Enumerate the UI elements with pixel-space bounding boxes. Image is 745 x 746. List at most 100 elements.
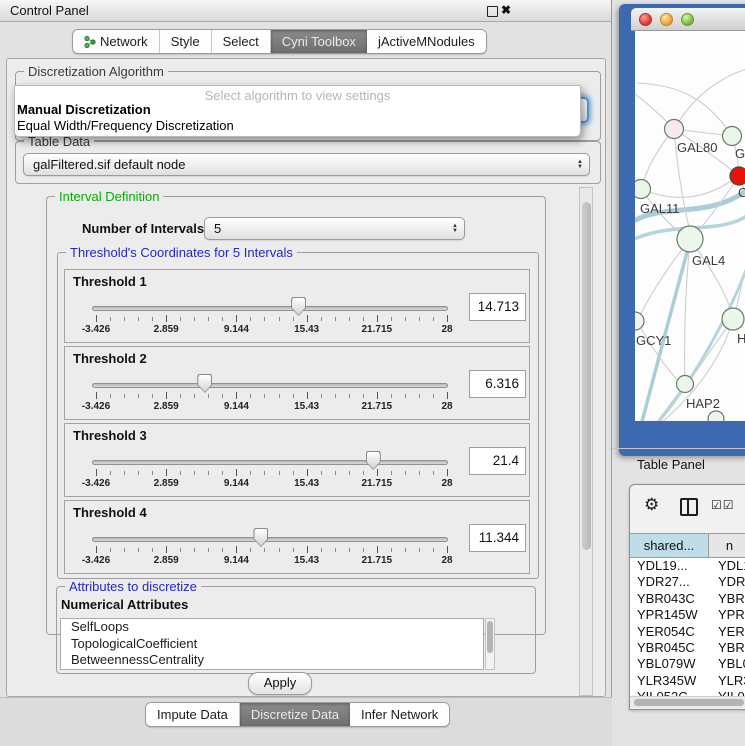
column-header-shared-name[interactable]: shared...	[630, 534, 709, 557]
node-label: C	[738, 185, 745, 200]
table-cell[interactable]: YER0	[713, 624, 745, 640]
table-row[interactable]: YBR043CYBR0	[630, 591, 745, 607]
slider-tick-labels: -3.4262.8599.14415.4321.71528	[96, 555, 447, 567]
slider-tick-labels: -3.4262.8599.14415.4321.71528	[96, 478, 447, 490]
column-header-name[interactable]: n	[709, 534, 745, 557]
threshold-label: Threshold 1	[73, 274, 147, 289]
node-label: HAP2	[686, 396, 720, 411]
network-node[interactable]	[708, 411, 724, 421]
table-row[interactable]: YLR345WYLR3	[630, 673, 745, 689]
slider-handle[interactable]	[291, 297, 306, 316]
table-row[interactable]: YBR045CYBR0	[630, 640, 745, 656]
close-traffic-light[interactable]	[639, 13, 652, 26]
table-cell[interactable]: YLR345W	[630, 673, 713, 689]
popup-option-equal-width-frequency[interactable]: Equal Width/Frequency Discretization	[17, 118, 234, 133]
group-label: Interval Definition	[55, 189, 163, 204]
slider-ticks	[96, 392, 447, 400]
table-cell[interactable]: YPR145W	[630, 607, 713, 623]
network-node[interactable]	[677, 226, 703, 252]
network-node[interactable]	[723, 127, 742, 146]
tab-network[interactable]: Network	[73, 30, 160, 53]
tab-infer-network[interactable]: Infer Network	[350, 703, 449, 726]
stepper-icon: ▲▼	[452, 224, 458, 234]
table-panel-title: Table Panel	[637, 457, 705, 472]
slider-track[interactable]	[92, 537, 448, 542]
node-label: GCY1	[636, 333, 671, 348]
table-cell[interactable]: YBR045C	[630, 640, 713, 656]
float-panel-icon[interactable]	[487, 6, 498, 17]
network-node[interactable]	[635, 312, 644, 330]
cyni-toolbox-panel: Discretization Algorithm ▲▼ Select algor…	[6, 58, 606, 697]
threshold-1-panel: Threshold 1 -3.4262.8599.14415.4321.7152…	[64, 269, 530, 343]
close-icon[interactable]: ✖	[501, 3, 511, 17]
zoom-traffic-light[interactable]	[681, 13, 694, 26]
number-of-intervals-dropdown[interactable]: 5 ▲▼	[204, 217, 465, 240]
table-cell[interactable]: YBR0	[713, 640, 745, 656]
attribute-list-item[interactable]: SelfLoops	[61, 619, 483, 636]
threshold-value-field[interactable]: 6.316	[469, 370, 526, 398]
scrollbar-thumb[interactable]	[582, 202, 591, 550]
slider-handle[interactable]	[253, 528, 268, 547]
table-cell[interactable]: YBL0	[713, 656, 745, 672]
table-data-dropdown[interactable]: galFiltered.sif default node ▲▼	[23, 153, 590, 176]
slider-track[interactable]	[92, 383, 448, 388]
table-row[interactable]: YER054CYER0	[630, 624, 745, 640]
attribute-list-item[interactable]: TopologicalCoefficient	[61, 636, 483, 653]
scrollbar-thumb[interactable]	[634, 699, 744, 706]
threshold-label: Threshold 2	[73, 351, 147, 366]
network-canvas[interactable]: GAL80GACGAL11GAL4GCY1HHAP2	[635, 31, 745, 421]
table-cell[interactable]: YPR1	[713, 607, 745, 623]
attributes-list-scrollbar[interactable]	[485, 618, 495, 670]
tab-cyni-toolbox[interactable]: Cyni Toolbox	[271, 30, 367, 53]
table-row[interactable]: YBL079WYBL0	[630, 656, 745, 672]
network-node[interactable]	[722, 308, 744, 330]
popup-option-manual-discretization[interactable]: Manual Discretization	[17, 102, 151, 117]
table-cell[interactable]: YBR043C	[630, 591, 713, 607]
attribute-list-item[interactable]: BetweennessCentrality	[61, 652, 483, 669]
network-node[interactable]	[677, 376, 694, 393]
tab-jactivemnodules[interactable]: jActiveMNodules	[367, 30, 486, 53]
bottom-tab-bar: Impute Data Discretize Data Infer Networ…	[145, 702, 450, 727]
group-label: Discretization Algorithm	[24, 64, 168, 79]
tab-impute-data[interactable]: Impute Data	[146, 703, 240, 726]
table-cell[interactable]: YDR27...	[630, 574, 713, 590]
slider-track[interactable]	[92, 460, 448, 465]
node-label: GAL4	[692, 253, 725, 268]
threshold-value-field[interactable]: 21.4	[469, 447, 526, 475]
table-row[interactable]: YDL19...YDL1	[630, 558, 745, 574]
column-layout-icon[interactable]	[680, 498, 698, 516]
table-cell[interactable]: YDL19...	[630, 558, 713, 574]
table-horizontal-scrollbar[interactable]	[630, 696, 745, 708]
tab-select[interactable]: Select	[212, 30, 271, 53]
network-node[interactable]	[730, 167, 745, 185]
checkbox-icons[interactable]: ☑☑	[711, 498, 735, 512]
panel-scrollbar[interactable]	[579, 187, 593, 696]
gear-icon[interactable]: ⚙	[644, 496, 659, 513]
threshold-value-field[interactable]: 11.344	[469, 524, 526, 552]
network-view-window[interactable]: GAL80GACGAL11GAL4GCY1HHAP2	[619, 4, 745, 456]
table-cell[interactable]: YER054C	[630, 624, 713, 640]
table-cell[interactable]: YDL1	[713, 558, 745, 574]
node-label: H	[737, 331, 745, 346]
threshold-3-panel: Threshold 3 -3.4262.8599.14415.4321.7152…	[64, 423, 530, 497]
table-row[interactable]: YDR27...YDR2	[630, 574, 745, 590]
table-cell[interactable]: YLR3	[713, 673, 745, 689]
thresholds-coordinates-group: Threshold's Coordinates for 5 Intervals …	[57, 252, 539, 579]
minimize-traffic-light[interactable]	[660, 13, 673, 26]
table-row[interactable]: YPR145WYPR1	[630, 607, 745, 623]
slider-handle[interactable]	[366, 451, 381, 470]
tab-style[interactable]: Style	[160, 30, 212, 53]
table-cell[interactable]: YDR2	[713, 574, 745, 590]
scrollbar-thumb[interactable]	[487, 621, 493, 653]
slider-track[interactable]	[92, 306, 448, 311]
table-cell[interactable]: YBL079W	[630, 656, 713, 672]
apply-button[interactable]: Apply	[248, 672, 312, 695]
network-node[interactable]	[665, 120, 684, 139]
table-cell[interactable]: YBR0	[713, 591, 745, 607]
slider-handle[interactable]	[197, 374, 212, 393]
numeric-attributes-list[interactable]: SelfLoopsTopologicalCoefficientBetweenne…	[60, 618, 484, 670]
table-header-row: shared... n	[630, 533, 745, 558]
threshold-value-field[interactable]: 14.713	[469, 293, 526, 321]
network-node[interactable]	[635, 180, 651, 199]
tab-discretize-data[interactable]: Discretize Data	[240, 703, 350, 726]
